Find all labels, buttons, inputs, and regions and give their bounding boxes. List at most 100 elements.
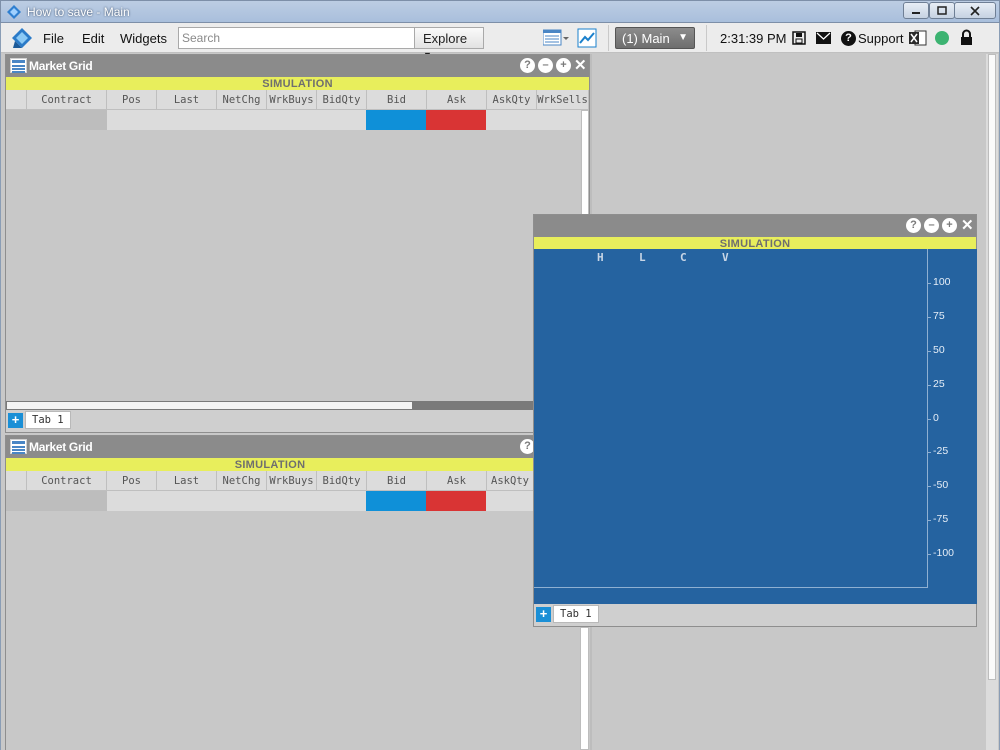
- chart-button[interactable]: [577, 28, 597, 48]
- simulation-banner: SIMULATION: [6, 77, 589, 91]
- lock-button[interactable]: [960, 29, 973, 49]
- save-button[interactable]: [792, 31, 806, 48]
- column-header-select[interactable]: [6, 90, 27, 110]
- excel-button[interactable]: [909, 29, 927, 47]
- scrollbar-thumb[interactable]: [7, 402, 412, 409]
- menu-widgets[interactable]: Widgets: [120, 31, 167, 46]
- close-icon: [970, 5, 980, 16]
- column-header-pos[interactable]: Pos: [107, 471, 157, 491]
- chart-widget-header[interactable]: ? – + ✕: [534, 215, 976, 237]
- y-tick-mark: [927, 282, 931, 284]
- maximize-button[interactable]: [929, 2, 955, 19]
- ask-cell[interactable]: [426, 491, 486, 511]
- column-header-contract[interactable]: Contract: [27, 90, 107, 110]
- contract-cell[interactable]: [6, 491, 107, 511]
- column-header-ask[interactable]: Ask: [427, 90, 487, 110]
- column-header-netchg[interactable]: NetChg: [217, 90, 267, 110]
- y-tick-label: 100: [933, 275, 951, 288]
- y-tick-mark: [927, 350, 931, 352]
- explore-label: Explore: [423, 31, 468, 46]
- contract-cell[interactable]: [6, 110, 107, 130]
- separator: [706, 25, 707, 51]
- column-header-wrkbuys[interactable]: WrkBuys: [267, 471, 317, 491]
- row-cells[interactable]: [107, 491, 366, 511]
- column-header-contract[interactable]: Contract: [27, 471, 107, 491]
- maximize-widget-icon[interactable]: +: [556, 58, 571, 73]
- row-cells[interactable]: [486, 110, 581, 130]
- close-widget-icon[interactable]: ✕: [961, 216, 974, 234]
- line-chart-icon: [577, 28, 597, 48]
- y-tick-label: 50: [933, 343, 945, 356]
- column-header-pos[interactable]: Pos: [107, 90, 157, 110]
- y-tick-label: 75: [933, 309, 945, 322]
- menu-file[interactable]: File: [43, 31, 64, 46]
- widget-title: Market Grid: [29, 440, 93, 454]
- close-window-button[interactable]: [954, 2, 996, 19]
- workspace-scrollbar[interactable]: [986, 54, 998, 750]
- messages-button[interactable]: [816, 32, 831, 47]
- y-tick-mark: [927, 486, 931, 488]
- workspace-select-value: (1) Main: [622, 31, 670, 46]
- grid-tab-bar: + Tab 1: [6, 410, 589, 432]
- help-icon[interactable]: ?: [906, 218, 921, 233]
- column-header-bid[interactable]: Bid: [367, 90, 427, 110]
- maximize-widget-icon[interactable]: +: [942, 218, 957, 233]
- widget-title: Market Grid: [29, 59, 93, 73]
- row-cells[interactable]: [107, 110, 366, 130]
- menu-bar: File Edit Widgets Explore ▼ (1) Main ▼ 2:…: [1, 23, 999, 60]
- grid-horizontal-scrollbar[interactable]: [6, 401, 589, 410]
- simulation-banner: SIMULATION: [6, 458, 534, 472]
- help-circle-icon[interactable]: ?: [841, 31, 856, 46]
- column-header-last[interactable]: Last: [157, 90, 217, 110]
- help-icon[interactable]: ?: [520, 58, 535, 73]
- app-logo-icon[interactable]: [11, 27, 33, 49]
- table-row[interactable]: [6, 491, 534, 511]
- search-input[interactable]: [178, 27, 415, 49]
- x-axis-line: [534, 587, 928, 588]
- column-header-ask[interactable]: Ask: [427, 471, 487, 491]
- column-header-bidqty[interactable]: BidQty: [317, 90, 367, 110]
- table-row[interactable]: [6, 110, 581, 130]
- caret-down-icon: ▼: [678, 32, 688, 43]
- clock: 2:31:39 PM: [720, 31, 787, 46]
- chart-plot-area[interactable]: H L C V 100 75 50 25 0 -25 -50 -75 -100: [534, 249, 977, 604]
- add-tab-icon[interactable]: +: [8, 413, 23, 428]
- column-header-bidqty[interactable]: BidQty: [317, 471, 367, 491]
- column-header-select[interactable]: [6, 471, 27, 491]
- column-header-askqty[interactable]: AskQty: [487, 471, 534, 491]
- bid-cell[interactable]: [366, 491, 426, 511]
- grid-column-headers: Contract Pos Last NetChg WrkBuys BidQty …: [6, 471, 534, 491]
- explore-dropdown[interactable]: Explore ▼: [414, 27, 484, 60]
- column-header-wrksells[interactable]: WrkSells: [537, 90, 589, 110]
- row-cells[interactable]: [486, 491, 534, 511]
- close-widget-icon[interactable]: ✕: [574, 56, 587, 74]
- minimize-widget-icon[interactable]: –: [924, 218, 939, 233]
- ohlc-label-low: L: [639, 251, 646, 264]
- maximize-icon: [937, 6, 947, 15]
- grid-icon: [10, 439, 27, 454]
- column-header-wrkbuys[interactable]: WrkBuys: [267, 90, 317, 110]
- ohlc-label-close: C: [680, 251, 687, 264]
- minimize-button[interactable]: [903, 2, 929, 19]
- scrollbar-thumb[interactable]: [988, 54, 996, 680]
- ohlc-label-volume: V: [722, 251, 729, 264]
- support-link[interactable]: Support: [858, 31, 904, 46]
- grid-vertical-scrollbar[interactable]: [580, 627, 589, 750]
- ask-cell[interactable]: [426, 110, 486, 130]
- add-tab-icon[interactable]: +: [536, 607, 551, 622]
- market-grid-header[interactable]: Market Grid ?: [6, 436, 535, 458]
- tab-1[interactable]: Tab 1: [25, 411, 71, 429]
- column-header-last[interactable]: Last: [157, 471, 217, 491]
- column-header-netchg[interactable]: NetChg: [217, 471, 267, 491]
- menu-edit[interactable]: Edit: [82, 31, 104, 46]
- layout-dropdown[interactable]: [542, 29, 571, 47]
- minimize-widget-icon[interactable]: –: [538, 58, 553, 73]
- market-grid-header[interactable]: Market Grid ? – + ✕: [6, 55, 589, 77]
- tab-1[interactable]: Tab 1: [553, 605, 599, 623]
- y-tick-mark: [927, 384, 931, 386]
- column-header-askqty[interactable]: AskQty: [487, 90, 537, 110]
- bid-cell[interactable]: [366, 110, 426, 130]
- y-tick-mark: [927, 418, 931, 420]
- column-header-bid[interactable]: Bid: [367, 471, 427, 491]
- workspace-select[interactable]: (1) Main ▼: [615, 27, 695, 49]
